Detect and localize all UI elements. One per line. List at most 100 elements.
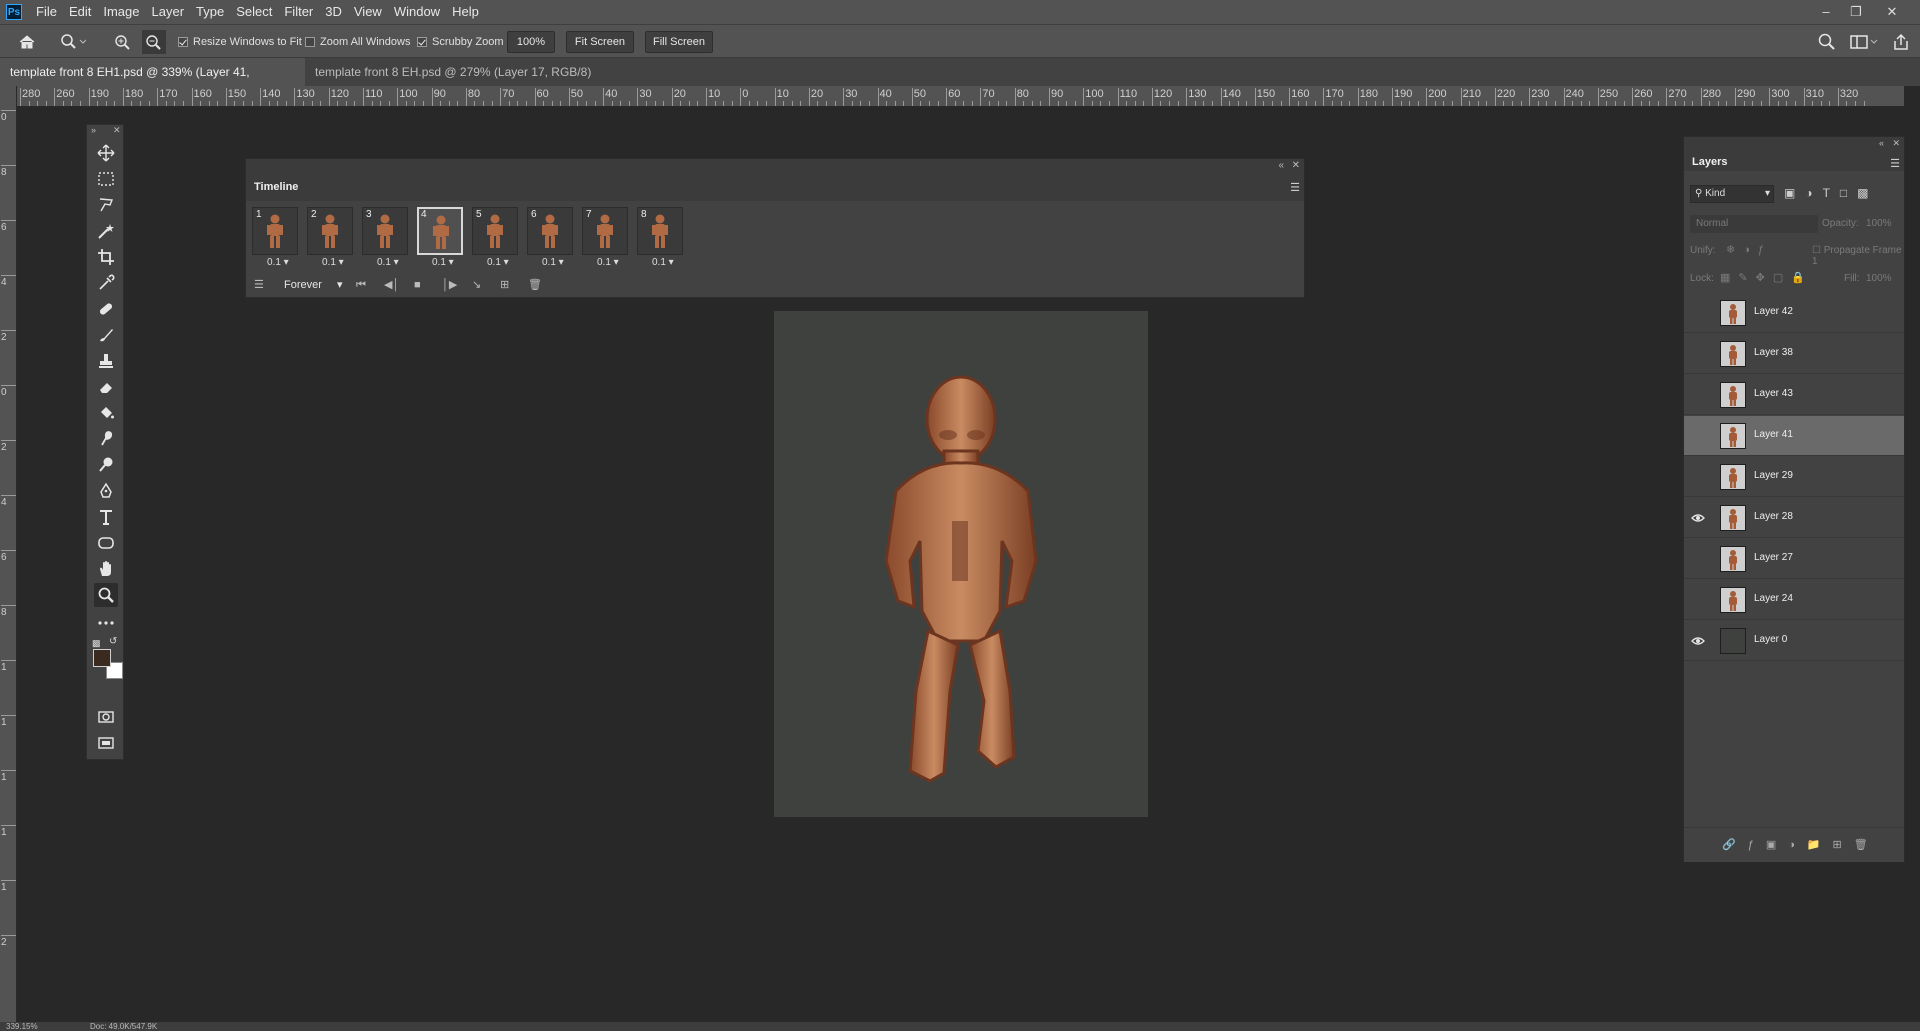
lasso-tool-icon[interactable] [94,193,118,217]
fit-screen-button[interactable]: Fit Screen [566,31,634,53]
next-frame-icon[interactable]: │▶ [442,277,457,293]
screen-mode-icon[interactable] [94,731,118,755]
stop-icon[interactable]: ■ [414,277,421,293]
tab-document-1[interactable]: template front 8 EH1.psd @ 339% (Layer 4… [0,58,305,107]
visibility-eye-icon[interactable] [1690,387,1706,403]
frame-delay[interactable]: 0.1 ▾ [322,257,344,268]
status-doc-size[interactable]: Doc: 49.0K/547.9K [90,1022,157,1031]
magic-wand-tool-icon[interactable] [94,219,118,243]
vertical-ruler[interactable]: 0 8 6 4 2 0 2 4 6 8 1 1 1 1 1 2 [0,86,17,1026]
duplicate-frame-icon[interactable]: ⊞ [500,277,509,293]
menu-window[interactable]: Window [388,0,446,24]
tween-icon[interactable]: ↘ [472,277,481,293]
shape-tool-icon[interactable] [94,531,118,555]
visibility-eye-icon[interactable] [1690,469,1706,485]
search-icon[interactable] [1818,25,1836,58]
pen-tool-icon[interactable] [94,479,118,503]
layer-row[interactable]: Layer 27 [1684,539,1904,579]
default-colors-icon[interactable]: ▩ [92,638,101,649]
smudge-tool-icon[interactable] [94,427,118,451]
first-frame-icon[interactable]: ⏮ [356,277,366,293]
checkbox-icon[interactable] [417,36,427,47]
close-tools-icon[interactable]: ✕ [113,125,121,136]
frame-delay[interactable]: 0.1 ▾ [377,257,399,268]
status-zoom[interactable]: 339.15% [6,1022,38,1031]
layer-filter-select[interactable]: ⚲ Kind ▾ [1690,185,1774,203]
checkbox-icon[interactable] [305,36,315,47]
workspace-icon[interactable] [1850,25,1878,58]
home-icon[interactable] [18,25,36,58]
zoom-tool-icon[interactable] [94,583,118,607]
paint-bucket-tool-icon[interactable] [94,401,118,425]
frame-delay[interactable]: 0.1 ▾ [432,257,454,268]
layer-action-icons[interactable]: 🔗ƒ▣◑📁⊞🗑 [1722,838,1880,851]
layer-row[interactable]: Layer 28 [1684,498,1904,538]
foreground-color-swatch[interactable] [93,649,111,667]
zoom-out-icon[interactable] [142,30,166,54]
type-tool-icon[interactable] [94,505,118,529]
menu-view[interactable]: View [348,0,388,24]
lock-icons[interactable]: ▦✎✥▢🔒 [1720,271,1813,284]
marquee-tool-icon[interactable] [94,167,118,191]
previous-frame-icon[interactable]: ◀│ [384,277,399,293]
panel-menu-icon[interactable]: ☰ [1290,181,1300,194]
collapse-panel-icon[interactable]: « [1879,138,1884,148]
menu-edit[interactable]: Edit [63,0,97,24]
eyedropper-tool-icon[interactable] [94,271,118,295]
delete-frame-icon[interactable]: 🗑 [528,277,542,293]
timeline-frame[interactable]: 8 0.1 ▾ [636,205,684,268]
brush-tool-icon[interactable] [94,323,118,347]
blend-mode-select[interactable]: Normal [1690,215,1818,233]
quick-mask-icon[interactable] [94,705,118,729]
layer-row[interactable]: Layer 29 [1684,457,1904,497]
timeline-frame[interactable]: 1 0.1 ▾ [251,205,299,268]
more-tools-icon[interactable] [94,611,118,635]
fill-screen-button[interactable]: Fill Screen [645,31,713,53]
menu-3d[interactable]: 3D [319,0,348,24]
frame-delay[interactable]: 0.1 ▾ [652,257,674,268]
checkbox-icon[interactable] [178,36,188,47]
dodge-tool-icon[interactable] [94,453,118,477]
collapse-panel-icon[interactable]: « [1278,160,1284,171]
convert-timeline-icon[interactable]: ☰ [254,277,264,293]
fill-value[interactable]: 100% [1866,273,1892,284]
eraser-tool-icon[interactable] [94,375,118,399]
propagate-frame-checkbox[interactable]: ☐ Propagate Frame 1 [1812,245,1904,267]
menu-layer[interactable]: Layer [146,0,191,24]
hand-tool-icon[interactable] [94,557,118,581]
timeline-frame[interactable]: 7 0.1 ▾ [581,205,629,268]
visibility-eye-icon[interactable] [1690,551,1706,567]
menu-file[interactable]: File [30,0,63,24]
layer-row[interactable]: Layer 24 [1684,580,1904,620]
frame-delay[interactable]: 0.1 ▾ [542,257,564,268]
filter-icons[interactable]: ▣◑T□▩ [1784,186,1879,200]
unify-icons[interactable]: ❄◑ƒ [1726,243,1772,256]
menu-image[interactable]: Image [97,0,145,24]
visibility-eye-icon[interactable] [1690,633,1706,649]
resize-windows-checkbox[interactable]: Resize Windows to Fit [178,25,302,58]
menu-type[interactable]: Type [190,0,230,24]
visibility-eye-icon[interactable] [1690,428,1706,444]
minimize-icon[interactable]: – [1812,0,1840,24]
document-canvas[interactable] [774,311,1148,817]
menu-help[interactable]: Help [446,0,485,24]
zoom-tool-preset-icon[interactable] [60,25,86,58]
frame-delay[interactable]: 0.1 ▾ [597,257,619,268]
timeline-frame[interactable]: 4 0.1 ▾ [416,205,464,268]
layer-row[interactable]: Layer 41 [1684,416,1904,456]
healing-brush-tool-icon[interactable] [94,297,118,321]
visibility-eye-icon[interactable] [1690,592,1706,608]
horizontal-ruler[interactable]: 280 260 190 180 170 160 150 140 130 120 110 100 90 80… [16,86,1904,107]
timeline-frame[interactable]: 5 0.1 ▾ [471,205,519,268]
zoom-percent-button[interactable]: 100% [507,31,555,53]
timeline-frame[interactable]: 6 0.1 ▾ [526,205,574,268]
visibility-eye-icon[interactable] [1690,305,1706,321]
frame-delay[interactable]: 0.1 ▾ [487,257,509,268]
zoom-all-windows-checkbox[interactable]: Zoom All Windows [305,25,410,58]
clone-stamp-tool-icon[interactable] [94,349,118,373]
frame-delay[interactable]: 0.1 ▾ [267,257,289,268]
restore-icon[interactable]: ❐ [1842,0,1870,24]
visibility-eye-icon[interactable] [1690,346,1706,362]
visibility-eye-icon[interactable] [1690,510,1706,526]
layer-row[interactable]: Layer 0 [1684,621,1904,661]
